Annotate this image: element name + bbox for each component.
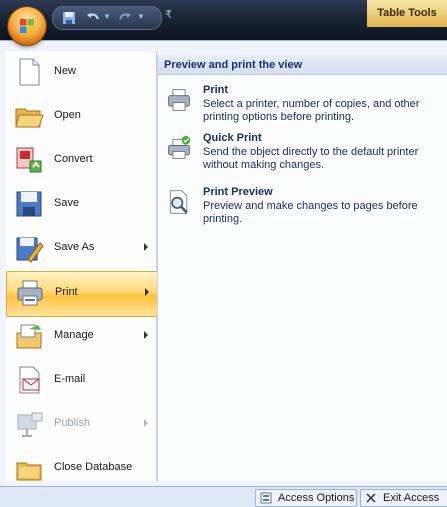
menu-item-print[interactable]: Print xyxy=(6,271,158,317)
new-document-icon xyxy=(19,58,40,86)
print-preview-icon xyxy=(169,190,188,214)
undo-dropdown-icon[interactable]: ▼ xyxy=(103,12,111,21)
redo-icon[interactable] xyxy=(117,10,133,26)
command-list: New Open Convert Save Save As Print Mana… xyxy=(6,51,158,481)
submenu-arrow-icon xyxy=(144,331,148,339)
exit-access-button[interactable]: Exit Access xyxy=(360,489,447,507)
open-folder-icon xyxy=(15,108,44,128)
undo-icon[interactable] xyxy=(85,10,101,26)
office-logo-icon xyxy=(20,19,34,33)
close-database-icon xyxy=(16,462,42,481)
submenu-item-quick-print[interactable]: Quick Print Send the object directly to … xyxy=(158,129,447,177)
save-as-icon xyxy=(16,237,44,263)
manage-icon xyxy=(16,324,42,349)
printer-icon xyxy=(168,89,190,111)
submenu-header: Preview and print the view xyxy=(158,55,447,75)
menu-item-email[interactable]: E-mail xyxy=(6,359,156,403)
menu-item-publish[interactable]: Publish xyxy=(6,403,156,447)
title-bar: ▼ ▼ ₹ Table Tools xyxy=(0,0,447,45)
submenu-item-print-preview[interactable]: Print Preview Preview and make changes t… xyxy=(158,183,447,231)
quick-print-icon xyxy=(168,135,191,159)
print-submenu: Preview and print the view Print Select … xyxy=(157,55,447,481)
close-icon xyxy=(366,493,376,503)
access-options-button[interactable]: Access Options xyxy=(255,489,357,507)
submenu-item-print[interactable]: Print Select a printer, number of copies… xyxy=(158,81,447,129)
redo-dropdown-icon[interactable]: ▼ xyxy=(137,12,145,21)
menu-item-open[interactable]: Open xyxy=(6,95,156,139)
printer-icon xyxy=(17,280,43,306)
menu-item-close-database[interactable]: Close Database xyxy=(6,447,156,491)
menu-item-new[interactable]: New xyxy=(6,51,156,95)
submenu-arrow-icon xyxy=(144,243,148,251)
submenu-arrow-icon xyxy=(145,288,149,296)
table-tools-tab: Table Tools xyxy=(367,0,447,27)
customize-toolbar-icon[interactable]: ₹ xyxy=(165,8,172,21)
menu-footer: Access Options Exit Access xyxy=(0,486,447,507)
publish-icon xyxy=(17,412,43,437)
office-menu: New Open Convert Save Save As Print Mana… xyxy=(0,40,447,487)
save-icon[interactable] xyxy=(61,10,77,26)
save-icon xyxy=(16,191,42,217)
office-button[interactable] xyxy=(8,7,46,45)
menu-item-save-as[interactable]: Save As xyxy=(6,227,156,271)
email-icon xyxy=(19,366,40,394)
menu-item-manage[interactable]: Manage xyxy=(6,315,156,359)
options-icon xyxy=(260,492,272,504)
menu-item-convert[interactable]: Convert xyxy=(6,139,156,183)
convert-icon xyxy=(16,147,42,173)
menu-item-save[interactable]: Save xyxy=(6,183,156,227)
submenu-arrow-icon xyxy=(144,419,148,427)
quick-access-toolbar: ▼ ▼ xyxy=(52,6,162,30)
